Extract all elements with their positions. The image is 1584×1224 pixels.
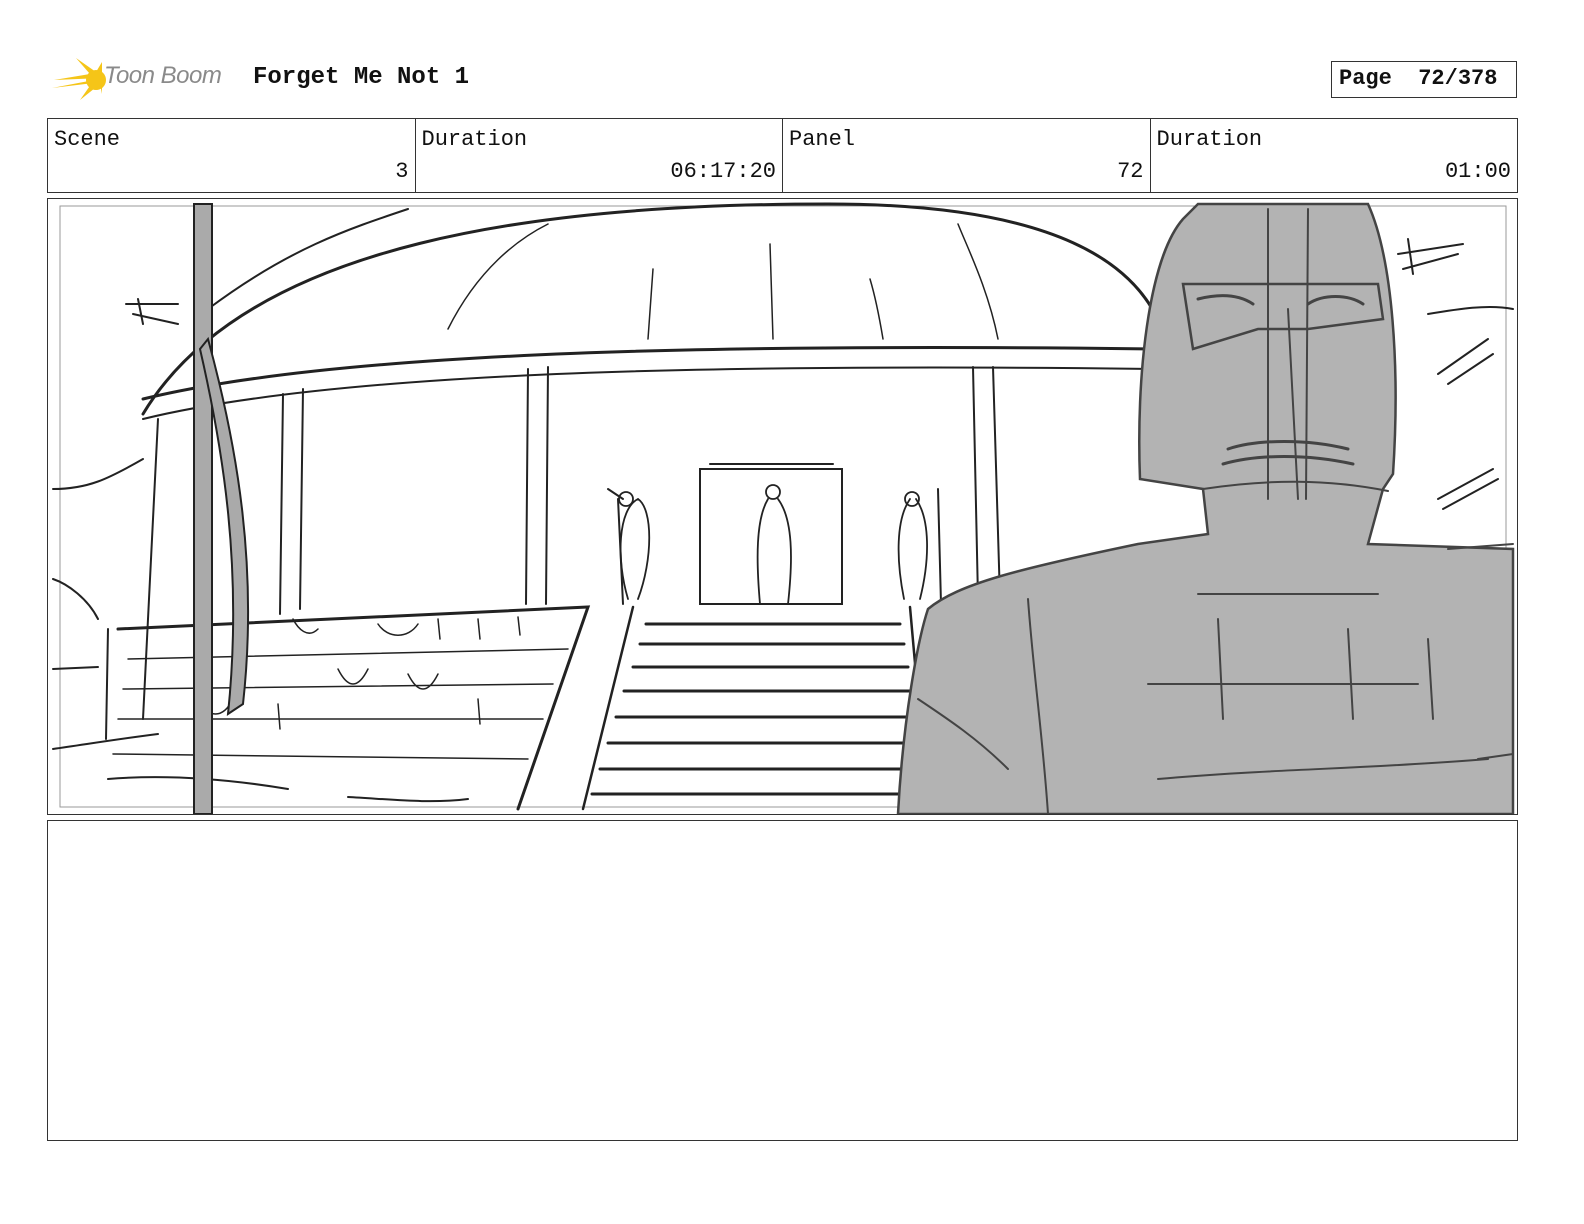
panel-sketch-image	[48, 199, 1517, 814]
panel-cell: Panel 72	[783, 119, 1151, 192]
panel-value: 72	[1117, 159, 1144, 184]
info-table: Scene 3 Duration 06:17:20 Panel 72 Durat…	[47, 118, 1518, 193]
panel-duration-cell: Duration 01:00	[1151, 119, 1518, 192]
page-number: 72/378	[1418, 66, 1498, 91]
panel-label: Panel	[789, 127, 856, 152]
page-label: Page	[1339, 66, 1392, 91]
scene-duration-value: 06:17:20	[670, 159, 776, 184]
panel-notes-box	[47, 820, 1518, 1141]
panel-duration-label: Duration	[1156, 127, 1263, 152]
scene-cell: Scene 3	[48, 119, 416, 192]
logo-text: Toon Boom	[104, 62, 222, 89]
page-indicator: Page 72/378	[1331, 61, 1517, 98]
scene-label: Scene	[54, 127, 121, 152]
project-title: Forget Me Not 1	[253, 64, 470, 91]
storyboard-panel	[47, 198, 1518, 815]
scene-value: 3	[395, 159, 409, 184]
panel-duration-value: 01:00	[1444, 159, 1511, 184]
scene-duration-label: Duration	[421, 127, 528, 152]
scene-duration-cell: Duration 06:17:20	[416, 119, 783, 192]
